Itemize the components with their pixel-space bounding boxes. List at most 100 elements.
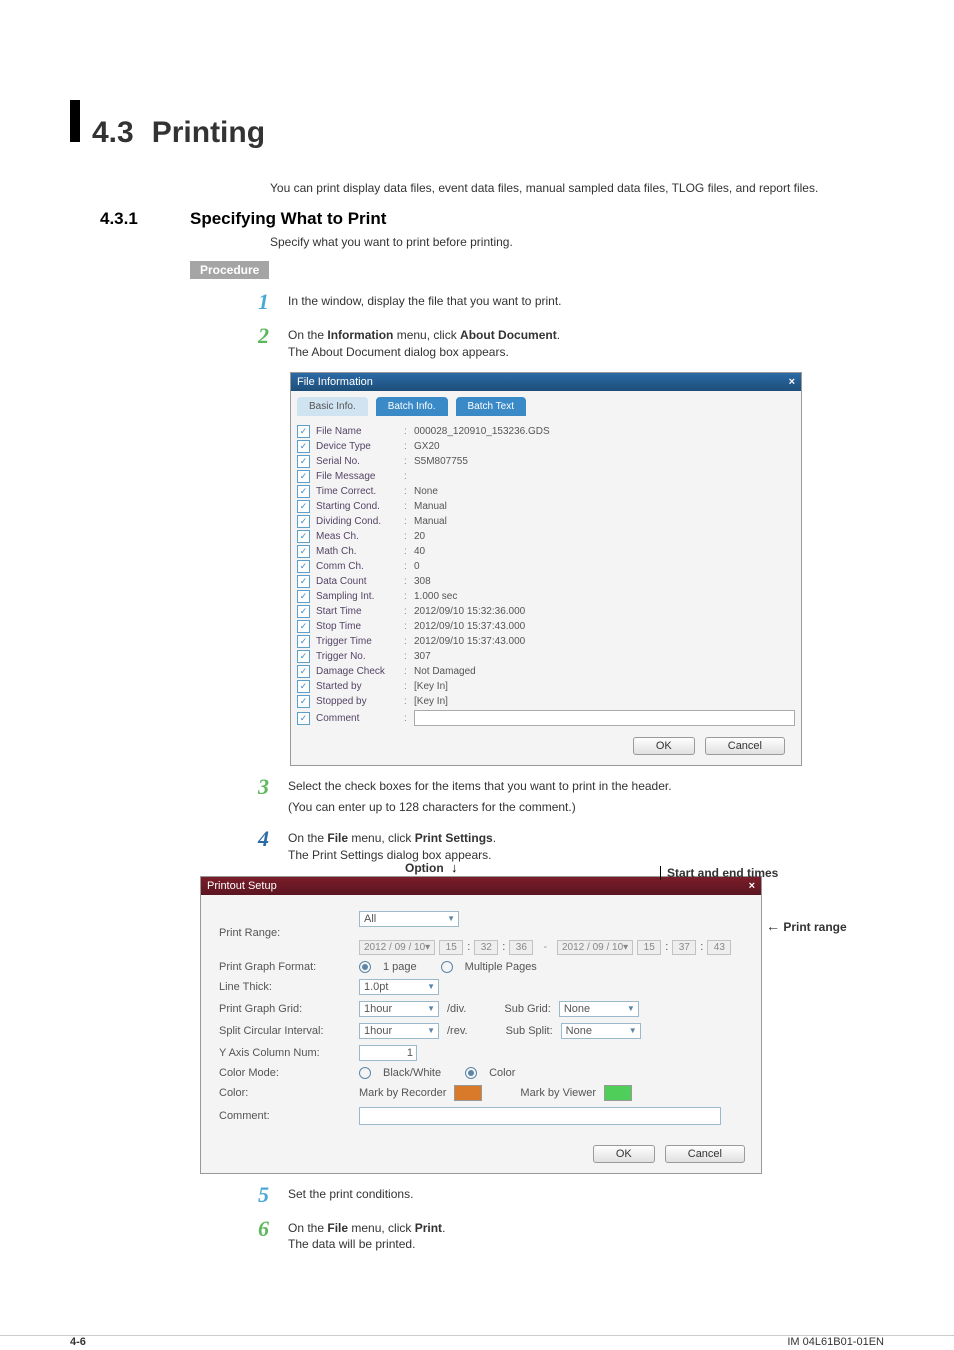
info-label: Stop Time [316, 621, 404, 632]
info-label: Damage Check [316, 666, 404, 677]
subsection-desc: Specify what you want to print before pr… [270, 235, 884, 249]
intro-text: You can print display data files, event … [270, 180, 884, 197]
checkbox[interactable]: ✓ [297, 695, 310, 708]
info-label: Start Time [316, 606, 404, 617]
checkbox[interactable]: ✓ [297, 455, 310, 468]
checkbox[interactable]: ✓ [297, 605, 310, 618]
subsection-number: 4.3.1 [100, 209, 190, 229]
sub-grid-select[interactable]: None [559, 1001, 639, 1017]
print-range-label: Print Range: [219, 927, 359, 939]
info-label: Trigger No. [316, 651, 404, 662]
step-number: 5 [258, 1184, 288, 1206]
checkbox[interactable]: ✓ [297, 635, 310, 648]
cancel-button[interactable]: Cancel [705, 737, 785, 755]
info-value: 40 [414, 546, 795, 557]
info-row: ✓Trigger Time:2012/09/10 15:37:43.000 [297, 634, 795, 649]
checkbox[interactable]: ✓ [297, 485, 310, 498]
ok-button[interactable]: OK [593, 1145, 655, 1163]
checkbox[interactable]: ✓ [297, 545, 310, 558]
info-value: S5M807755 [414, 456, 795, 467]
split-circular-select[interactable]: 1hour [359, 1023, 439, 1039]
line-thick-label: Line Thick: [219, 981, 359, 993]
dialog-title: Printout Setup [207, 880, 277, 892]
start-hour[interactable]: 15 [439, 940, 463, 955]
step-number: 2 [258, 325, 288, 347]
checkbox[interactable]: ✓ [297, 425, 310, 438]
checkbox[interactable]: ✓ [297, 530, 310, 543]
info-row: ✓File Name:000028_120910_153236.GDS [297, 424, 795, 439]
file-information-dialog: File Information × Basic Info. Batch Inf… [290, 372, 802, 766]
checkbox[interactable]: ✓ [297, 575, 310, 588]
arrow-down-icon: ↓ [451, 860, 458, 875]
radio-one-page[interactable] [359, 961, 371, 973]
tab-basic-info[interactable]: Basic Info. [297, 397, 368, 416]
grid-select[interactable]: 1hour [359, 1001, 439, 1017]
info-row: ✓Stopped by:[Key In] [297, 694, 795, 709]
info-label: Starting Cond. [316, 501, 404, 512]
info-value: GX20 [414, 441, 795, 452]
line-thick-select[interactable]: 1.0pt [359, 979, 439, 995]
cancel-button[interactable]: Cancel [665, 1145, 745, 1163]
y-axis-col-label: Y Axis Column Num: [219, 1047, 359, 1059]
end-sec[interactable]: 43 [707, 940, 731, 955]
end-date[interactable]: 2012 / 09 / 10 ▾ [557, 940, 633, 955]
info-value: 20 [414, 531, 795, 542]
info-value: Not Damaged [414, 666, 795, 677]
procedure-label: Procedure [190, 261, 269, 279]
checkbox[interactable]: ✓ [297, 470, 310, 483]
radio-color[interactable] [465, 1067, 477, 1079]
info-row: ✓Trigger No.:307 [297, 649, 795, 664]
checkbox[interactable]: ✓ [297, 665, 310, 678]
start-sec[interactable]: 36 [509, 940, 533, 955]
start-date[interactable]: 2012 / 09 / 10 ▾ [359, 940, 435, 955]
section-title: Printing [152, 116, 265, 150]
step-2-note: The About Document dialog box appears. [288, 344, 884, 361]
checkbox[interactable]: ✓ [297, 590, 310, 603]
comment-input[interactable] [414, 710, 795, 726]
tab-batch-info[interactable]: Batch Info. [376, 397, 448, 416]
comment-input[interactable] [359, 1107, 721, 1125]
print-range-select[interactable]: All [359, 911, 459, 927]
checkbox[interactable]: ✓ [297, 712, 310, 725]
checkbox[interactable]: ✓ [297, 650, 310, 663]
checkbox[interactable]: ✓ [297, 440, 310, 453]
checkbox[interactable]: ✓ [297, 680, 310, 693]
checkbox[interactable]: ✓ [297, 560, 310, 573]
checkbox[interactable]: ✓ [297, 500, 310, 513]
start-min[interactable]: 32 [474, 940, 498, 955]
ok-button[interactable]: OK [633, 737, 695, 755]
annotation-print-range: Print range [783, 920, 846, 934]
checkbox[interactable]: ✓ [297, 515, 310, 528]
arrow-left-icon: ← [766, 918, 780, 934]
info-label: Comment [316, 713, 404, 724]
mark-recorder-swatch[interactable] [454, 1085, 482, 1101]
y-axis-col-input[interactable]: 1 [359, 1045, 417, 1061]
radio-bw[interactable] [359, 1067, 371, 1079]
section-number: 4.3 [92, 116, 134, 150]
info-label: Comm Ch. [316, 561, 404, 572]
checkbox[interactable]: ✓ [297, 620, 310, 633]
tab-batch-text[interactable]: Batch Text [456, 397, 527, 416]
info-row: ✓Comment: [297, 709, 795, 727]
radio-multiple-pages[interactable] [441, 961, 453, 973]
printout-setup-dialog: Printout Setup × Print Range: All 2012 /… [200, 876, 762, 1174]
info-row: ✓Dividing Cond.:Manual [297, 514, 795, 529]
step-4-text: On the File menu, click Print Settings. … [288, 828, 884, 864]
mark-viewer-swatch[interactable] [604, 1085, 632, 1101]
sub-split-label: Sub Split: [506, 1025, 553, 1037]
split-circular-label: Split Circular Interval: [219, 1025, 359, 1037]
info-row: ✓Started by:[Key In] [297, 679, 795, 694]
step-5-text: Set the print conditions. [288, 1184, 884, 1203]
end-min[interactable]: 37 [672, 940, 696, 955]
info-label: Meas Ch. [316, 531, 404, 542]
info-value: Manual [414, 516, 795, 527]
end-hour[interactable]: 15 [637, 940, 661, 955]
close-icon[interactable]: × [749, 880, 755, 892]
close-icon[interactable]: × [789, 376, 795, 388]
info-value: 1.000 sec [414, 591, 795, 602]
info-value: None [414, 486, 795, 497]
info-row: ✓File Message: [297, 469, 795, 484]
sub-split-select[interactable]: None [561, 1023, 641, 1039]
info-label: Device Type [316, 441, 404, 452]
info-row: ✓Math Ch.:40 [297, 544, 795, 559]
